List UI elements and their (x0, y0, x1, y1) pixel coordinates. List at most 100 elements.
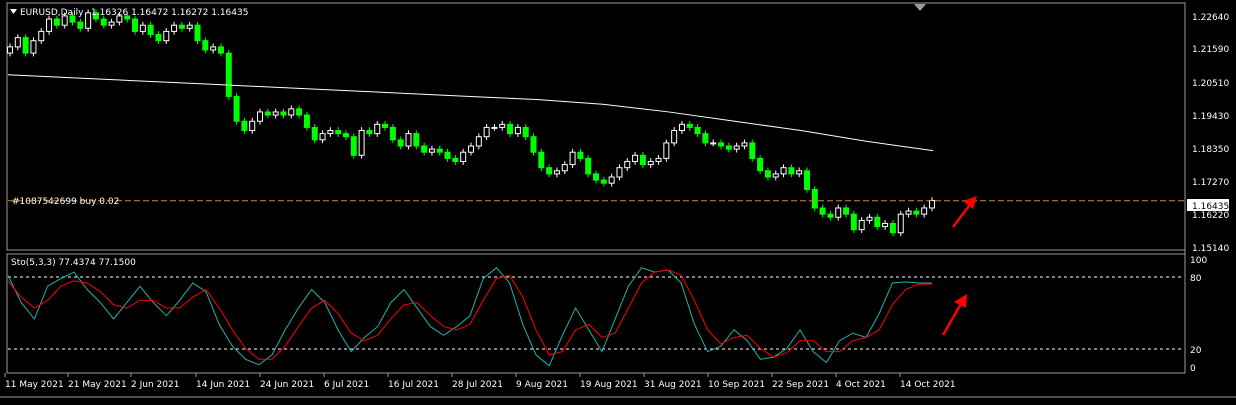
stoch-main-line (7, 267, 932, 367)
candle-body (303, 114, 310, 128)
candle-body (678, 123, 685, 132)
candle-body (7, 46, 13, 54)
candle-body (460, 151, 467, 163)
candle-body (483, 126, 490, 138)
candle-body (139, 24, 146, 32)
candle-body (249, 120, 256, 132)
candle-body (749, 142, 756, 159)
candle-body (155, 33, 162, 42)
stoch-tick: 100 (1190, 256, 1207, 266)
candle-body (428, 148, 435, 153)
candle-body (874, 216, 881, 228)
candle-body (147, 24, 154, 35)
candle-body (288, 108, 295, 116)
candle-body (319, 133, 326, 141)
candle-body (264, 111, 271, 116)
candle-body (491, 126, 498, 129)
candle-body (600, 179, 607, 184)
candle-body (14, 37, 21, 48)
date-label: 11 May 2021 (5, 380, 64, 390)
candle-body (233, 95, 240, 122)
candle-body (741, 142, 748, 147)
date-label: 31 Aug 2021 (644, 380, 702, 390)
candle-body (452, 157, 459, 163)
candle-body (811, 188, 818, 209)
candle-body (819, 207, 826, 215)
candle-body (22, 37, 29, 54)
candle-body (757, 157, 764, 172)
candle-body (108, 21, 115, 26)
date-label: 14 Jun 2021 (196, 380, 250, 390)
candle-body (280, 111, 287, 116)
candle-body (272, 111, 279, 116)
candle-body (210, 46, 217, 51)
candle-body (929, 200, 935, 209)
price-tick: 1.17270 (1192, 178, 1229, 188)
candle-body (241, 120, 248, 132)
dropdown-arrow-icon[interactable] (10, 9, 17, 14)
candle-body (647, 161, 654, 166)
candle-body (577, 151, 584, 159)
candle-body (843, 207, 850, 215)
candle-body (553, 170, 560, 175)
candle-body (718, 142, 725, 147)
candle-body (436, 148, 443, 153)
candle-body (608, 176, 615, 184)
candle-body (468, 145, 474, 153)
candle-body (546, 167, 553, 175)
trend-arrow-icon (941, 294, 967, 336)
candle-body (733, 145, 740, 150)
chart-shift-marker-icon[interactable] (914, 4, 926, 11)
candle-body (624, 161, 631, 169)
candle-body (897, 213, 904, 234)
candle-body (585, 157, 592, 175)
candle-body (827, 213, 834, 218)
candle-body (514, 126, 521, 135)
date-label: 22 Sep 2021 (772, 380, 829, 390)
date-label: 6 Jul 2021 (324, 380, 369, 390)
date-label: 21 May 2021 (68, 380, 127, 390)
date-label: 28 Jul 2021 (452, 380, 503, 390)
date-label: 14 Oct 2021 (900, 380, 956, 390)
candle-body (616, 167, 623, 178)
order-label[interactable]: #1087542699 buy 0.02 (12, 197, 119, 207)
candle-body (100, 18, 107, 26)
candle-body (780, 167, 787, 175)
price-tick: 1.18350 (1192, 145, 1229, 155)
candle-body (296, 108, 303, 116)
candle-body (530, 136, 537, 153)
candle-body (217, 46, 224, 54)
candle-body (475, 136, 482, 147)
candle-body (671, 130, 678, 144)
candle-body (350, 136, 357, 156)
moving-average-line (7, 74, 934, 152)
date-label: 16 Jul 2021 (388, 380, 439, 390)
candle-body (764, 170, 771, 178)
candle-body (913, 210, 920, 215)
trading-chart-window: #1087542699 buy 0.02 1.22640 1.21590 1.2… (0, 0, 1236, 401)
stoch-tick: 80 (1190, 274, 1202, 284)
price-tick: 1.21590 (1192, 45, 1229, 55)
candle-body (163, 30, 170, 42)
candle-body (639, 154, 646, 166)
candle-body (171, 24, 178, 32)
date-label: 2 Jun 2021 (131, 380, 179, 390)
stoch-scale: 100 80 20 0 (1190, 256, 1207, 374)
price-pane-frame (6, 2, 1186, 251)
candle-body (803, 170, 810, 190)
candle-body (593, 173, 600, 181)
candle-body (311, 126, 318, 141)
chart-canvas[interactable]: #1087542699 buy 0.02 1.22640 1.21590 1.2… (0, 0, 1236, 401)
candle-body (178, 24, 185, 29)
price-tick: 1.15140 (1192, 244, 1229, 254)
candle-body (382, 123, 389, 128)
candle-body (561, 164, 568, 172)
current-price-label: 1.16435 (1192, 202, 1229, 212)
candle-body (194, 24, 201, 42)
candle-body (702, 133, 709, 144)
stoch-pane-frame (6, 253, 1186, 374)
candle-body (358, 130, 365, 156)
price-scale: 1.22640 1.21590 1.20510 1.19430 1.18350 … (1192, 13, 1229, 254)
candle-body (342, 133, 349, 138)
candle-body (882, 222, 889, 228)
